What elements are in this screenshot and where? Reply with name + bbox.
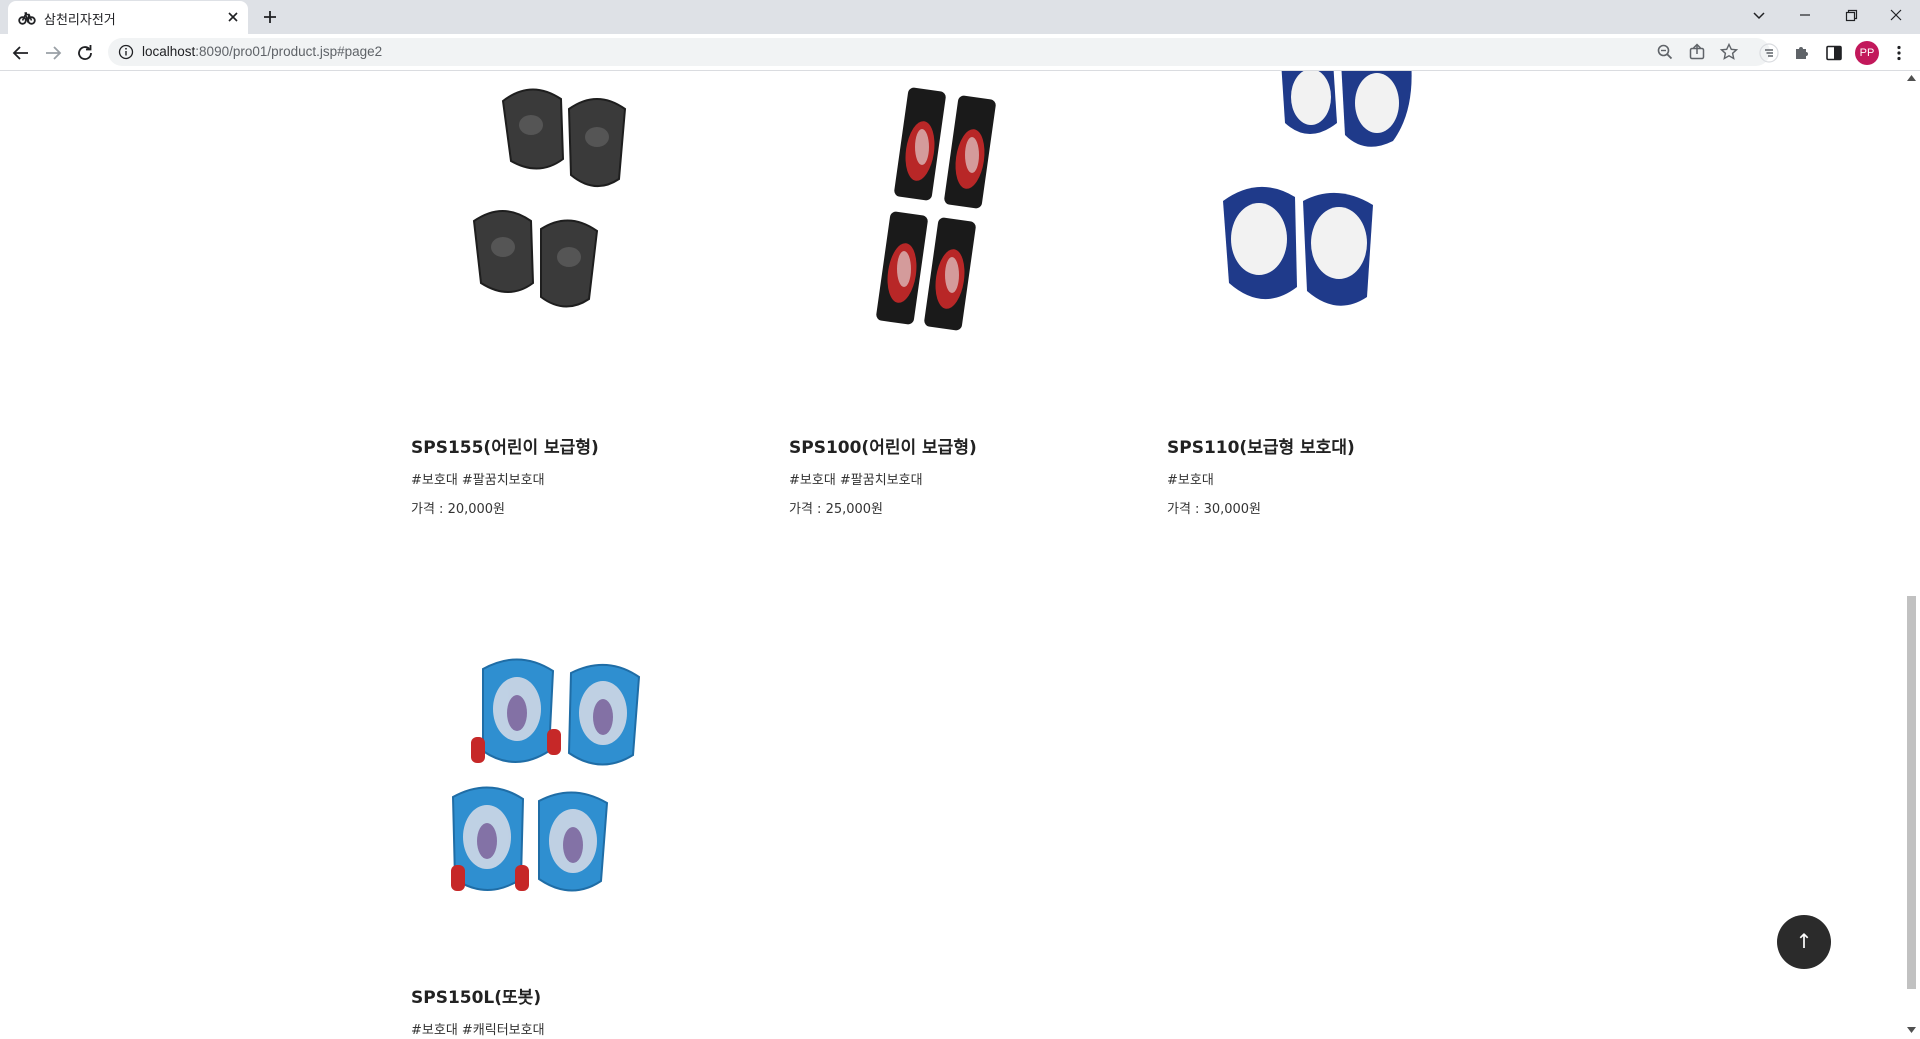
share-icon[interactable]: [1687, 42, 1707, 62]
url-host: localhost: [142, 44, 196, 59]
product-price: 가격 : 25,000원: [789, 502, 884, 517]
scrollbar-thumb[interactable]: [1907, 596, 1916, 989]
bicycle-icon: [18, 12, 36, 25]
menu-kebab-icon[interactable]: [1888, 42, 1910, 64]
product-price: 가격 : 20,000원: [411, 502, 506, 517]
vertical-scrollbar[interactable]: [1903, 71, 1920, 1039]
red-black-pads-package-image[interactable]: [789, 71, 1119, 391]
product-price: 가격 : 30,000원: [1167, 502, 1262, 517]
product-name[interactable]: SPS110(보급형 보호대): [1167, 433, 1355, 458]
bookmark-star-icon[interactable]: [1719, 42, 1739, 62]
reading-list-icon[interactable]: [1758, 42, 1780, 64]
zoom-icon[interactable]: [1655, 42, 1675, 62]
product-name[interactable]: SPS155(어린이 보급형): [411, 433, 599, 458]
new-tab-icon[interactable]: [258, 5, 282, 29]
black-kids-pads-image[interactable]: [411, 71, 741, 391]
close-window-icon[interactable]: [1882, 3, 1910, 27]
product-tags: #보호대: [1167, 473, 1214, 488]
side-panel-icon[interactable]: [1823, 42, 1845, 64]
extensions-puzzle-icon[interactable]: [1791, 42, 1813, 64]
tab-strip: 삼천리자전거: [0, 0, 1920, 34]
tab-title: 삼천리자전거: [44, 13, 116, 28]
profile-avatar[interactable]: PP: [1855, 41, 1879, 65]
back-arrow-icon[interactable]: [9, 41, 33, 65]
scroll-down-arrow-icon[interactable]: [1907, 1027, 1916, 1033]
scroll-to-top-button[interactable]: ↑: [1777, 915, 1831, 969]
product-tags: #보호대 #캐릭터보호대: [411, 1023, 545, 1038]
url-path: :8090/pro01/product.jsp#page2: [195, 44, 383, 59]
browser-tab[interactable]: 삼천리자전거: [8, 1, 248, 34]
close-tab-icon[interactable]: [224, 8, 242, 26]
address-bar[interactable]: localhost:8090/pro01/product.jsp#page2: [108, 38, 1770, 66]
product-tags: #보호대 #팔꿈치보호대: [789, 473, 923, 488]
site-info-icon[interactable]: [118, 44, 134, 60]
reload-icon[interactable]: [73, 41, 97, 65]
product-name[interactable]: SPS150L(또봇): [411, 983, 541, 1008]
product-name[interactable]: SPS100(어린이 보급형): [789, 433, 977, 458]
minimize-icon[interactable]: [1791, 3, 1819, 27]
scroll-up-arrow-icon[interactable]: [1907, 75, 1916, 81]
restore-icon[interactable]: [1837, 3, 1865, 27]
forward-arrow-icon[interactable]: [41, 41, 65, 65]
browser-toolbar: localhost:8090/pro01/product.jsp#page2 P…: [0, 34, 1920, 71]
tab-search-chevron-icon[interactable]: [1745, 3, 1773, 27]
url-text: localhost:8090/pro01/product.jsp#page2: [142, 44, 382, 59]
product-tags: #보호대 #팔꿈치보호대: [411, 473, 545, 488]
blue-character-pads-image[interactable]: [411, 611, 741, 941]
navy-white-pads-image[interactable]: [1167, 71, 1497, 391]
page-viewport: SPS155(어린이 보급형) #보호대 #팔꿈치보호대 가격 : 20,000…: [0, 71, 1920, 1039]
